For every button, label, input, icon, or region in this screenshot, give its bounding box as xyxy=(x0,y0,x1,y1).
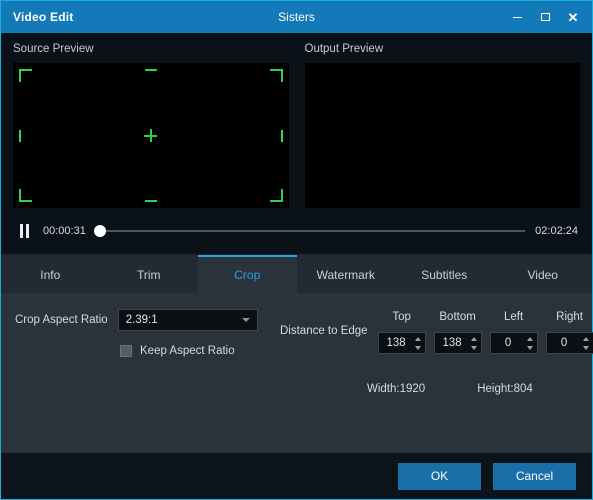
crop-handle-left[interactable] xyxy=(19,129,21,142)
seek-slider-track xyxy=(97,230,526,232)
keep-aspect-ratio-checkbox[interactable] xyxy=(120,345,132,357)
stepper-left xyxy=(526,334,535,352)
stepper-up-icon[interactable] xyxy=(471,336,478,341)
crop-handle-bottom-right[interactable] xyxy=(269,189,283,202)
source-preview-canvas[interactable] xyxy=(13,63,289,208)
chevron-down-icon xyxy=(241,318,250,322)
output-dimensions: Width:1920 Height:804 xyxy=(367,383,578,395)
output-width: Width:1920 xyxy=(367,383,426,395)
edge-label-left: Left xyxy=(504,311,524,323)
crop-handle-top[interactable] xyxy=(144,69,157,71)
close-button[interactable]: ✕ xyxy=(560,4,586,30)
stepper-up-icon[interactable] xyxy=(527,336,534,341)
output-height: Height:804 xyxy=(477,383,533,395)
tab-bar: Info Trim Crop Watermark Subtitles Video xyxy=(1,254,592,293)
current-time: 00:00:31 xyxy=(43,225,86,237)
source-preview-panel: Source Preview xyxy=(13,43,289,208)
stepper-up-icon[interactable] xyxy=(415,336,422,341)
pause-button[interactable] xyxy=(15,222,33,240)
tab-video[interactable]: Video xyxy=(494,255,593,293)
transport-bar: 00:00:31 02:02:24 xyxy=(1,208,592,254)
edge-input-right[interactable]: 0 xyxy=(545,332,593,354)
stepper-up-icon[interactable] xyxy=(583,336,590,341)
app-title: Video Edit xyxy=(13,10,74,24)
title-bar: Video Edit Sisters ✕ xyxy=(1,1,592,33)
dialog-footer: OK Cancel xyxy=(1,453,592,499)
edge-field-bottom: Bottom 138 xyxy=(433,311,482,354)
tab-watermark[interactable]: Watermark xyxy=(297,255,396,293)
edge-value-left: 0 xyxy=(504,337,512,349)
edge-value-top: 138 xyxy=(386,337,406,349)
crop-aspect-ratio-label: Crop Aspect Ratio xyxy=(15,314,108,326)
output-preview-canvas xyxy=(304,63,580,208)
crop-aspect-ratio-value: 2.39:1 xyxy=(125,314,158,326)
edge-value-bottom: 138 xyxy=(442,337,462,349)
stepper-down-icon[interactable] xyxy=(415,345,422,350)
edge-field-top: Top 138 xyxy=(377,311,426,354)
crop-overlay xyxy=(19,69,283,202)
edge-input-bottom[interactable]: 138 xyxy=(433,332,482,354)
seek-slider-knob[interactable] xyxy=(93,225,106,237)
stepper-right xyxy=(582,334,591,352)
minimize-icon xyxy=(512,16,522,18)
crop-handle-bottom-left[interactable] xyxy=(19,189,32,202)
maximize-button[interactable] xyxy=(532,4,558,30)
total-time: 02:02:24 xyxy=(535,225,578,237)
edge-label-bottom: Bottom xyxy=(439,311,476,323)
distance-to-edge-label: Distance to Edge xyxy=(280,325,368,337)
edge-field-left: Left 0 xyxy=(489,311,538,354)
output-preview-panel: Output Preview xyxy=(304,43,580,208)
crop-handle-right[interactable] xyxy=(280,129,283,142)
edge-field-right: Right 0 xyxy=(545,311,593,354)
maximize-icon xyxy=(540,13,550,21)
crop-handle-top-right[interactable] xyxy=(269,69,283,82)
stepper-down-icon[interactable] xyxy=(583,345,590,350)
aspect-ratio-group: Crop Aspect Ratio 2.39:1 Keep Aspect Rat… xyxy=(15,309,280,357)
cancel-button[interactable]: Cancel xyxy=(493,462,576,490)
preview-area: Source Preview Output Preview xyxy=(1,33,592,208)
tab-crop[interactable]: Crop xyxy=(198,255,297,293)
keep-aspect-ratio-label: Keep Aspect Ratio xyxy=(140,345,235,357)
pause-icon xyxy=(19,224,23,238)
stepper-down-icon[interactable] xyxy=(471,345,478,350)
seek-slider[interactable] xyxy=(93,223,526,239)
crop-center-crosshair-icon xyxy=(144,129,158,142)
ok-button[interactable]: OK xyxy=(398,462,481,490)
crop-settings-panel: Crop Aspect Ratio 2.39:1 Keep Aspect Rat… xyxy=(1,293,593,499)
source-preview-label: Source Preview xyxy=(13,43,94,55)
window-controls: ✕ xyxy=(504,1,586,33)
crop-handle-bottom[interactable] xyxy=(144,200,157,202)
tab-trim[interactable]: Trim xyxy=(100,255,199,293)
edge-label-right: Right xyxy=(556,311,584,323)
output-preview-label: Output Preview xyxy=(304,43,384,55)
minimize-button[interactable] xyxy=(504,4,530,30)
close-icon: ✕ xyxy=(567,9,579,25)
edge-input-top[interactable]: 138 xyxy=(377,332,426,354)
distance-to-edge-group: Distance to Edge Top 138 Bottom 138 Left… xyxy=(280,309,593,354)
crop-aspect-ratio-select[interactable]: 2.39:1 xyxy=(117,309,258,331)
stepper-top xyxy=(414,334,423,352)
edge-label-top: Top xyxy=(392,311,411,323)
video-edit-dialog: Video Edit Sisters ✕ Source Preview Outp… xyxy=(0,0,593,500)
tab-info[interactable]: Info xyxy=(1,255,100,293)
crop-handle-top-left[interactable] xyxy=(19,69,32,82)
tab-subtitles[interactable]: Subtitles xyxy=(395,255,494,293)
stepper-bottom xyxy=(470,334,479,352)
edge-value-right: 0 xyxy=(560,337,568,349)
edge-input-left[interactable]: 0 xyxy=(489,332,538,354)
pause-icon xyxy=(25,224,29,238)
keep-aspect-ratio-row[interactable]: Keep Aspect Ratio xyxy=(120,345,280,357)
stepper-down-icon[interactable] xyxy=(527,345,534,350)
